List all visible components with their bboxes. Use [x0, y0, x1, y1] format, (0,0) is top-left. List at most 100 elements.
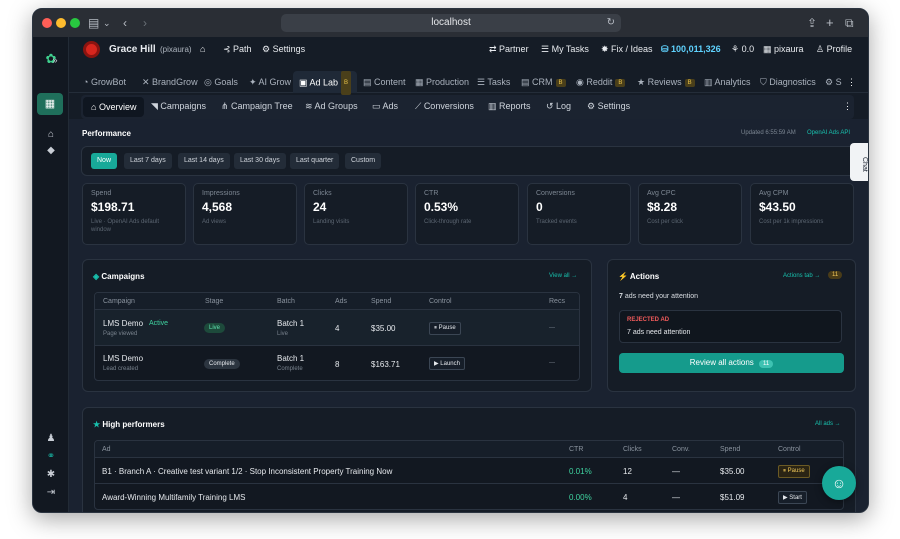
- settings-nav[interactable]: ⚙ Settings: [262, 44, 305, 55]
- share-icon[interactable]: ⇪: [807, 15, 817, 31]
- range-now[interactable]: Now: [91, 153, 118, 169]
- api-link[interactable]: OpenAI Ads API: [807, 130, 850, 136]
- tab-settings-more[interactable]: ⚙ S: [825, 77, 842, 88]
- path-nav[interactable]: ⊰ Path: [223, 44, 252, 55]
- tab-growbot[interactable]: ◔ GrowBot: [83, 77, 126, 87]
- tab-production[interactable]: ▦ Production: [415, 77, 469, 88]
- subtab-label: Ads: [382, 101, 399, 111]
- tab-goals[interactable]: ◎ Goals: [204, 77, 238, 88]
- url-bar[interactable]: localhost ↻: [281, 14, 621, 32]
- stat-value: 4,568: [202, 200, 233, 214]
- back-icon[interactable]: ‹: [123, 15, 127, 31]
- maximize-window-button[interactable]: [70, 18, 80, 28]
- subtab-label: Settings: [597, 101, 631, 111]
- minimize-window-button[interactable]: [56, 18, 66, 28]
- brand-switcher[interactable]: ▦ pixaura: [763, 44, 804, 55]
- subtab-settings[interactable]: ⚙ Settings: [587, 101, 630, 112]
- subtab-more-icon[interactable]: ⋮: [843, 101, 852, 112]
- ad-start-button[interactable]: ▶ Start: [778, 491, 807, 504]
- subtab-reports[interactable]: ▥ Reports: [488, 101, 531, 112]
- ad-ctr: 0.00%: [569, 493, 592, 502]
- building-icon[interactable]: ▦: [37, 93, 63, 115]
- pause-button[interactable]: ⏸ Pause: [429, 322, 461, 335]
- mytasks-nav[interactable]: ☰ My Tasks: [541, 44, 589, 55]
- stat-sub: Landing visits: [313, 219, 350, 225]
- campaigns-title: ◈ Campaigns: [93, 272, 145, 281]
- subtab-overview[interactable]: ⌂ Overview: [83, 97, 145, 117]
- batch-name: Batch 1: [277, 354, 305, 363]
- tab-crm[interactable]: ▤ CRM B: [521, 77, 566, 88]
- pause-label: Pause: [438, 325, 456, 331]
- tab-diagnostics[interactable]: ⛉ Diagnostics: [760, 77, 816, 88]
- col-spend: Spend: [371, 298, 392, 305]
- new-tab-icon[interactable]: +: [826, 15, 834, 31]
- bug-icon[interactable]: ✱: [33, 469, 69, 480]
- stage-badge: Complete: [204, 359, 240, 369]
- chat-side-tab[interactable]: Chat: [850, 143, 868, 181]
- lightning-icon: ⚡: [618, 272, 628, 281]
- stat-spend: Spend $198.71 Live · OpenAI Ads default wi…: [82, 183, 186, 245]
- score-counter[interactable]: ⚘ 0.0: [731, 44, 754, 55]
- fix-ideas-nav[interactable]: ✸ Fix / Ideas: [601, 44, 653, 55]
- add-user-icon[interactable]: ♟: [33, 433, 69, 444]
- home-icon[interactable]: ⌂: [33, 129, 69, 140]
- forward-icon[interactable]: ›: [143, 15, 147, 31]
- campaign-name[interactable]: LMS Demo: [103, 319, 143, 328]
- expand-sidebar-icon[interactable]: »: [47, 55, 63, 65]
- range-quarter[interactable]: Last quarter: [290, 153, 340, 169]
- range-30-days[interactable]: Last 30 days: [234, 153, 286, 169]
- avatar[interactable]: [83, 41, 100, 58]
- bot-fab-button[interactable]: ☺: [822, 466, 856, 500]
- review-all-actions-button[interactable]: Review all actions 11: [619, 353, 844, 373]
- range-14-days[interactable]: Last 14 days: [178, 153, 230, 169]
- close-window-button[interactable]: [42, 18, 52, 28]
- ad-name[interactable]: Award-Winning Multifamily Training LMS: [102, 493, 245, 502]
- subtab-log[interactable]: ↺ Log: [546, 101, 571, 112]
- handshake-icon[interactable]: ⚭: [33, 451, 69, 462]
- range-custom[interactable]: Custom: [345, 153, 382, 169]
- tab-analytics[interactable]: ▥ Analytics: [704, 77, 751, 88]
- ad-name[interactable]: B1 · Branch A · Creative test variant 1/…: [102, 467, 392, 476]
- adlab-subtabs: ⌂ Overview ◥ Campaigns ⋔ Campaign Tree ≋…: [81, 95, 854, 119]
- all-ads-link[interactable]: All ads →: [815, 421, 841, 427]
- tabs-overview-icon[interactable]: ⧉: [845, 15, 854, 31]
- reload-icon[interactable]: ↻: [607, 14, 615, 32]
- tab-reddit[interactable]: ◉ Reddit B: [576, 77, 626, 88]
- tag-icon[interactable]: ◆: [33, 145, 69, 156]
- subtab-ad-groups[interactable]: ≋ Ad Groups: [305, 101, 358, 112]
- range-7-days[interactable]: Last 7 days: [124, 153, 172, 169]
- tab-label: Ad Lab: [309, 77, 339, 88]
- subtab-campaigns[interactable]: ◥ Campaigns: [151, 101, 206, 112]
- chat-label: Chat: [861, 156, 868, 172]
- tab-content[interactable]: ▤ Content: [363, 77, 406, 88]
- ad-pause-button[interactable]: ⏸ Pause: [778, 465, 810, 478]
- sidebar-toggle-icon[interactable]: ▤: [88, 15, 99, 31]
- logout-icon[interactable]: ⇥: [33, 487, 69, 498]
- tab-brandgrow[interactable]: ✕ BrandGrow: [142, 77, 198, 88]
- stat-clicks: Clicks 24 Landing visits: [304, 183, 408, 245]
- brand-label: pixaura: [774, 44, 804, 54]
- profile-nav[interactable]: ♙ Profile: [816, 44, 852, 55]
- stat-avg-cpm: Avg CPM $43.50 Cost per 1k impressions: [750, 183, 854, 245]
- stat-sub: Tracked events: [536, 219, 577, 225]
- tab-reviews[interactable]: ★ Reviews B: [637, 77, 695, 88]
- launch-button[interactable]: ▶ Launch: [429, 357, 465, 370]
- campaigns-view-all[interactable]: View all →: [549, 273, 577, 279]
- tab-tasks[interactable]: ☰ Tasks: [477, 77, 510, 88]
- subtab-conversions[interactable]: ⟋ Conversions: [415, 101, 474, 112]
- partner-nav[interactable]: ⇄ Partner: [489, 44, 529, 55]
- performance-title: Performance: [82, 129, 131, 138]
- more-tabs-icon[interactable]: ⋮: [847, 77, 856, 88]
- actions-tab-link[interactable]: Actions tab →: [783, 273, 820, 279]
- ad-conv: —: [672, 493, 680, 502]
- credits-counter[interactable]: ⛁ 100,011,326: [661, 44, 721, 55]
- tab-ad-lab[interactable]: ▣ Ad Lab B: [293, 71, 358, 95]
- campaign-name[interactable]: LMS Demo: [103, 354, 143, 363]
- rejected-ad-card[interactable]: REJECTED AD 7 ads need attention: [619, 310, 842, 343]
- tab-ai-grow[interactable]: ✦ AI Grow: [249, 77, 291, 88]
- ad-spend: $51.09: [720, 493, 745, 502]
- home-nav-icon[interactable]: ⌂: [200, 44, 205, 54]
- subtab-campaign-tree[interactable]: ⋔ Campaign Tree: [221, 101, 293, 112]
- subtab-ads[interactable]: ▭ Ads: [372, 101, 398, 112]
- chevron-down-icon[interactable]: ⌄: [103, 15, 111, 31]
